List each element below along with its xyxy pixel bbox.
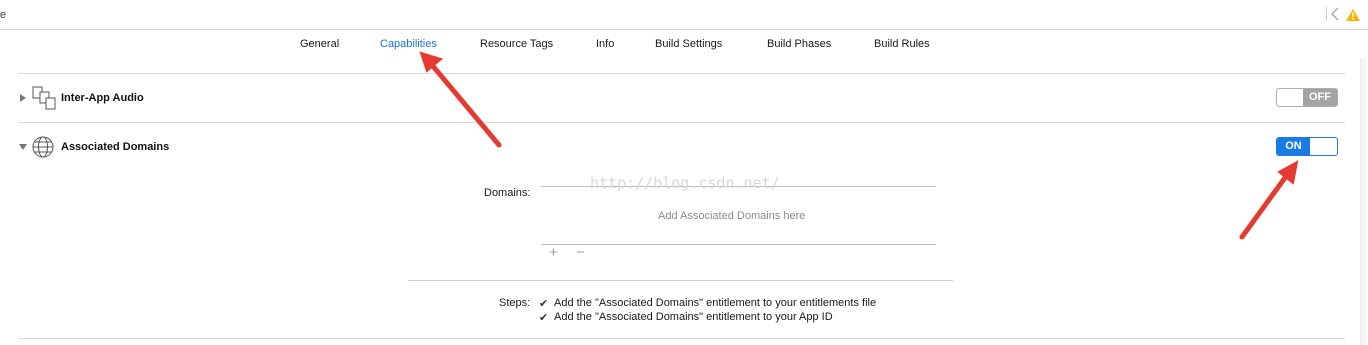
arrow-to-on-toggle [1239,160,1299,240]
annotation-arrows [419,51,1299,240]
arrow-to-capabilities-tab [419,51,502,148]
